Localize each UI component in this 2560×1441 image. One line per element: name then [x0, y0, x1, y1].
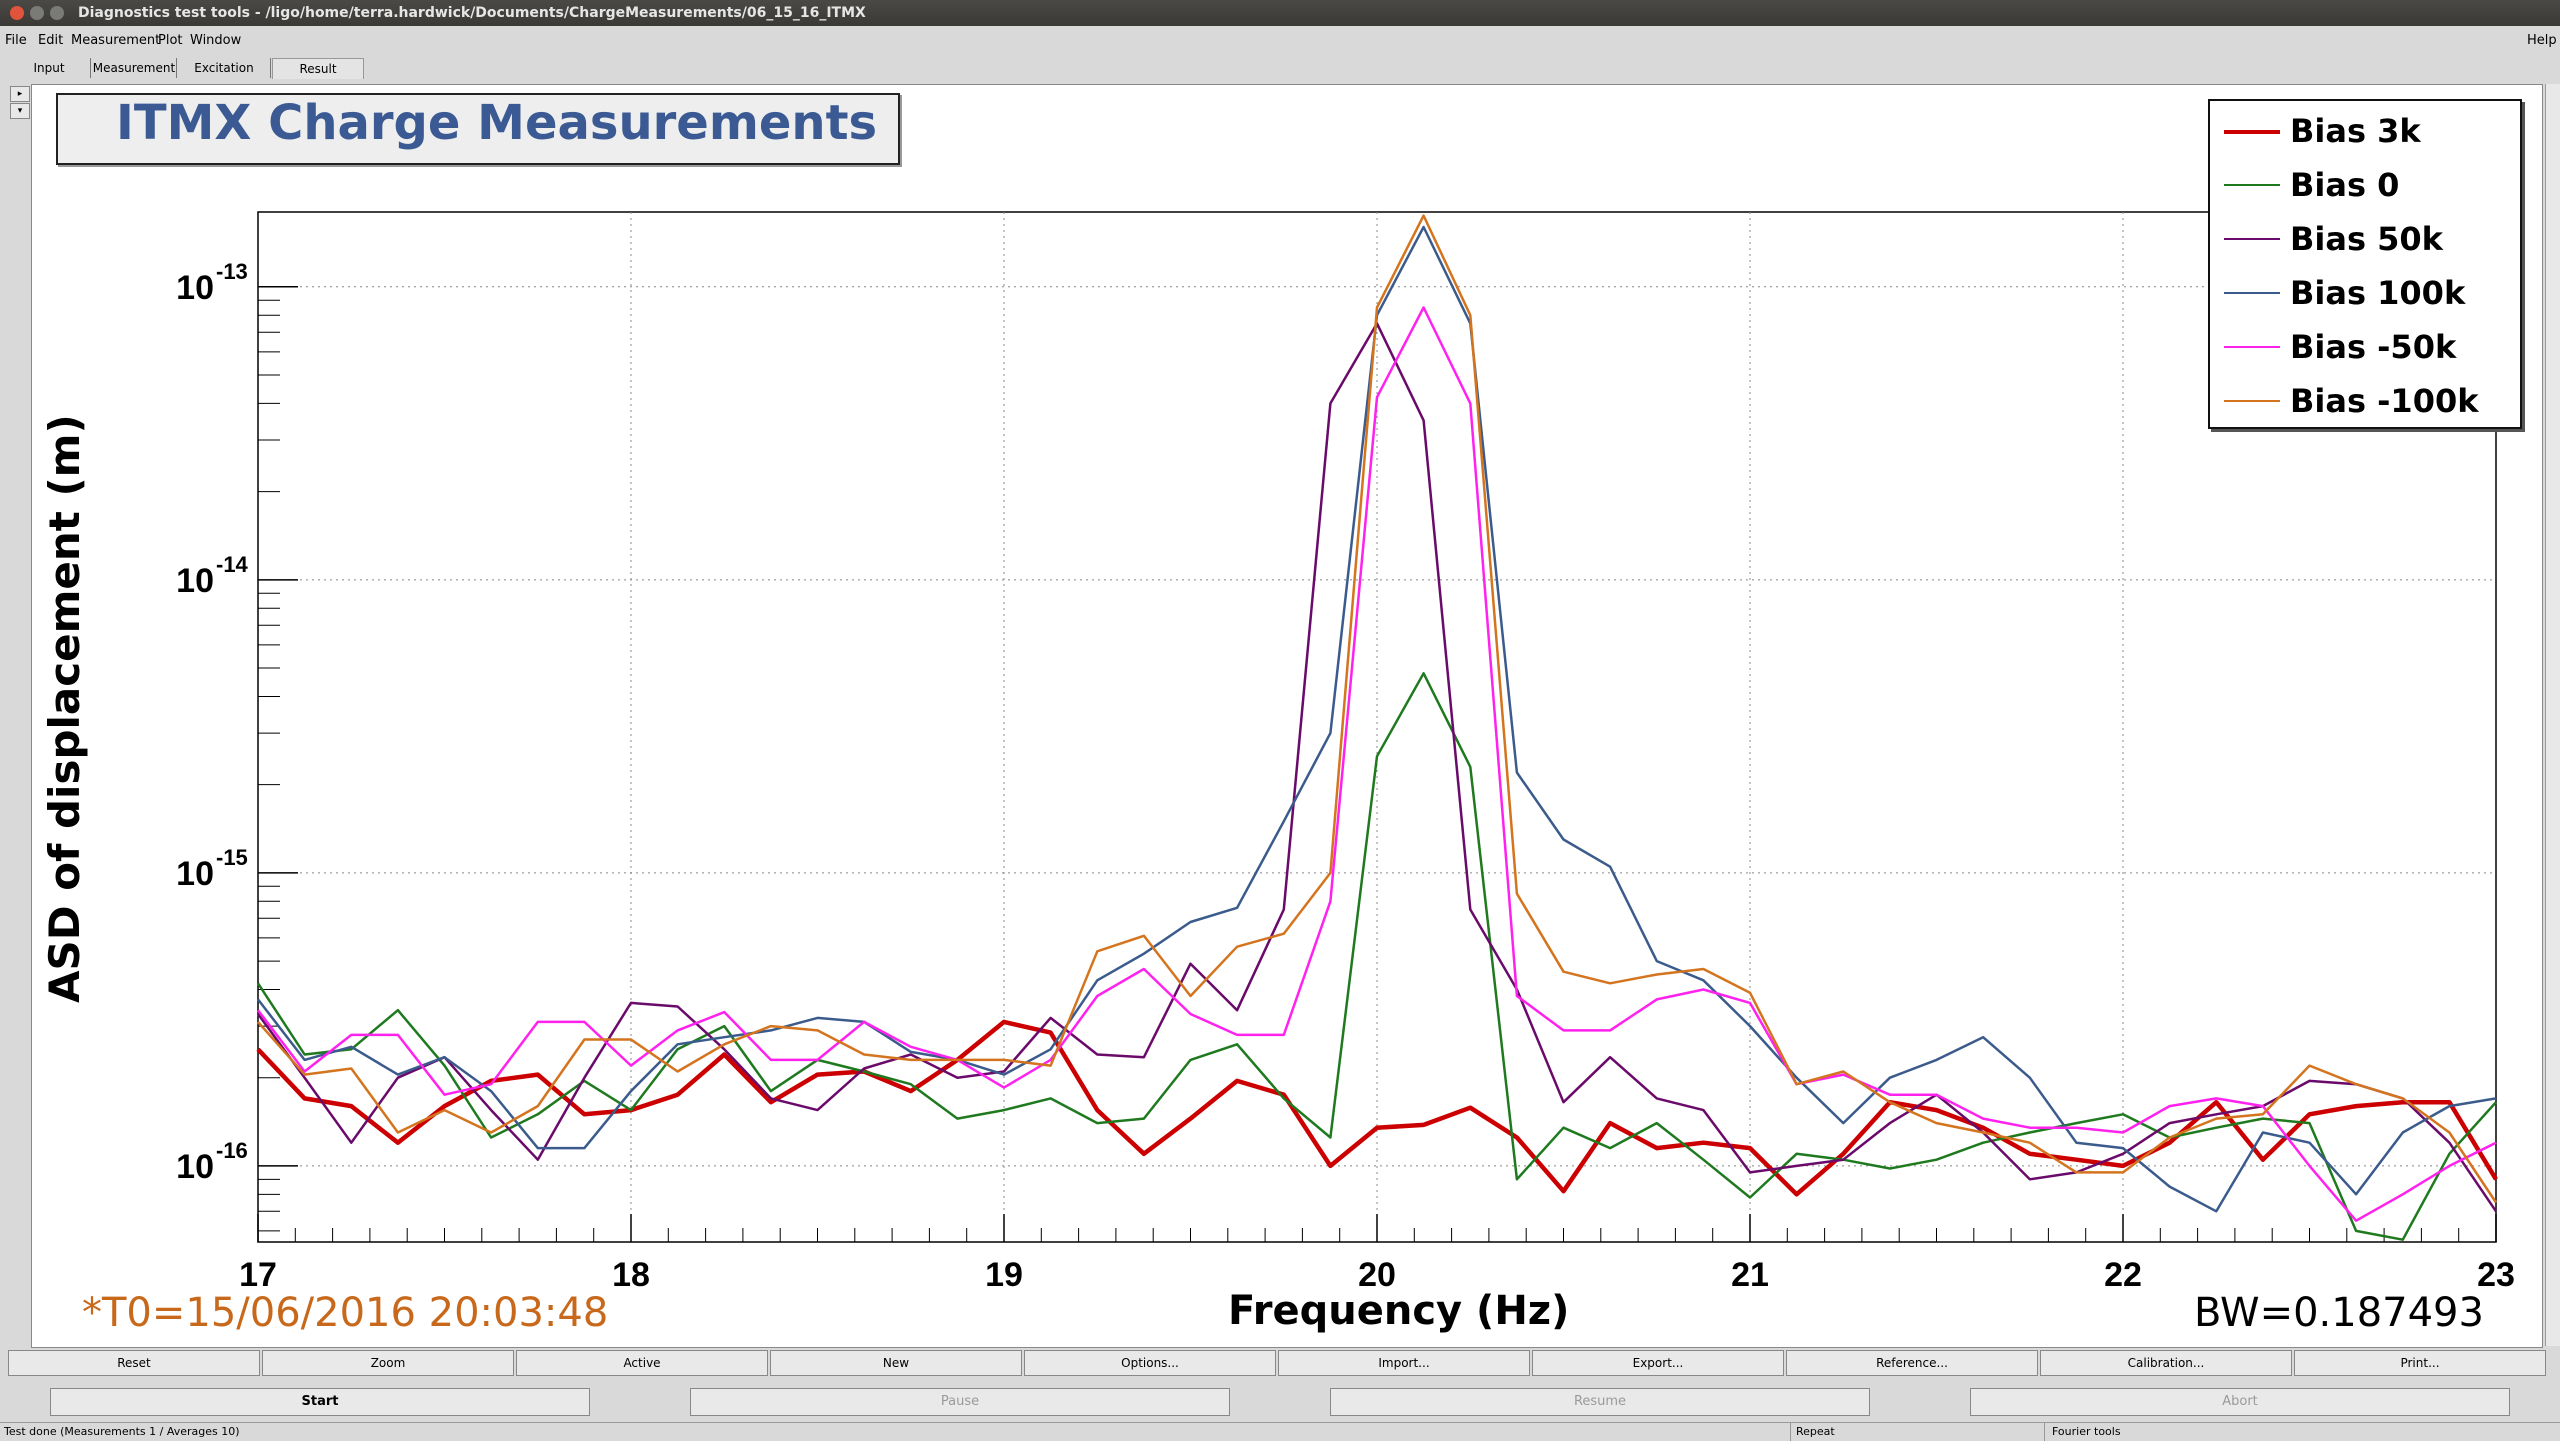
legend-label: Bias 3k: [2290, 112, 2421, 150]
x-tick-label: 21: [1731, 1256, 1769, 1294]
legend-swatch: [2224, 130, 2280, 134]
active-button[interactable]: Active: [516, 1350, 768, 1376]
new-button[interactable]: New: [770, 1350, 1022, 1376]
legend-label: Bias 50k: [2290, 220, 2443, 258]
import-button[interactable]: Import...: [1278, 1350, 1530, 1376]
control-button-row: Start Pause Resume Abort: [0, 1388, 2560, 1418]
legend-item: Bias 50k: [2210, 213, 2520, 263]
legend-label: Bias 100k: [2290, 274, 2466, 312]
status-fourier-tools: Fourier tools: [2052, 1425, 2121, 1438]
legend-item: Bias 3k: [2210, 105, 2520, 155]
start-button[interactable]: Start: [50, 1388, 590, 1416]
resume-button[interactable]: Resume: [1330, 1388, 1870, 1416]
legend-item: Bias -50k: [2210, 321, 2520, 371]
y-tick-label: 10: [176, 269, 214, 307]
asd-plot: 17 18 19 20 21 22 2310 -1610 -1510 -1410 -13: [176, 211, 2515, 1294]
legend-swatch: [2224, 238, 2280, 240]
legend-item: Bias 100k: [2210, 267, 2520, 317]
status-bar: Test done (Measurements 1 / Averages 10)…: [0, 1422, 2560, 1441]
y-tick-exponent: -16: [216, 1138, 248, 1163]
y-tick-label: 10: [176, 562, 214, 600]
legend-swatch: [2224, 292, 2280, 294]
legend-label: Bias -100k: [2290, 382, 2479, 420]
legend-label: Bias -50k: [2290, 328, 2457, 366]
reference-button[interactable]: Reference...: [1786, 1350, 2038, 1376]
abort-button[interactable]: Abort: [1970, 1388, 2510, 1416]
pause-button[interactable]: Pause: [690, 1388, 1230, 1416]
y-axis-label: ASD of displacement (m): [40, 414, 89, 1003]
status-divider: [1790, 1423, 1791, 1441]
t0-timestamp: *T0=15/06/2016 20:03:48: [82, 1290, 609, 1336]
y-tick-exponent: -14: [216, 552, 249, 577]
x-axis-label: Frequency (Hz): [1228, 1288, 1570, 1334]
x-tick-label: 23: [2477, 1256, 2515, 1294]
export-button[interactable]: Export...: [1532, 1350, 1784, 1376]
legend-swatch: [2224, 400, 2280, 402]
bandwidth-label: BW=0.187493: [2194, 1290, 2484, 1336]
chart-title: ITMX Charge Measurements: [116, 95, 878, 151]
status-divider: [2044, 1423, 2045, 1441]
reset-button[interactable]: Reset: [8, 1350, 260, 1376]
x-tick-label: 18: [612, 1256, 650, 1294]
calibration-button[interactable]: Calibration...: [2040, 1350, 2292, 1376]
legend-item: Bias -100k: [2210, 375, 2520, 425]
legend-item: Bias 0: [2210, 159, 2520, 209]
legend-label: Bias 0: [2290, 166, 2400, 204]
legend: Bias 3k Bias 0 Bias 50k Bias 100k Bias -50k B…: [2208, 99, 2522, 429]
y-tick-label: 10: [176, 855, 214, 893]
status-repeat: Repeat: [1796, 1425, 1835, 1438]
options-button[interactable]: Options...: [1024, 1350, 1276, 1376]
plot-button-row: Reset Zoom Active New Options... Import.…: [8, 1350, 2553, 1376]
legend-swatch: [2224, 346, 2280, 348]
y-tick-exponent: -15: [216, 845, 248, 870]
x-tick-label: 17: [239, 1256, 277, 1294]
status-message: Test done (Measurements 1 / Averages 10): [4, 1425, 240, 1438]
y-tick-exponent: -13: [216, 259, 248, 284]
zoom-button[interactable]: Zoom: [262, 1350, 514, 1376]
x-tick-label: 22: [2104, 1256, 2142, 1294]
y-tick-label: 10: [176, 1148, 214, 1186]
legend-swatch: [2224, 184, 2280, 186]
print-button[interactable]: Print...: [2294, 1350, 2546, 1376]
x-tick-label: 19: [985, 1256, 1023, 1294]
